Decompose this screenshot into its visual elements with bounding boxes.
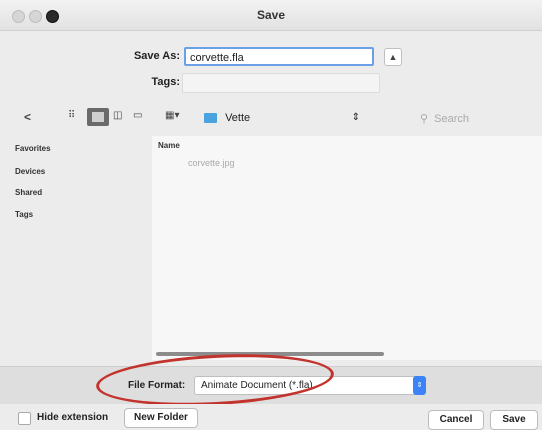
chevron-up-icon: ▲ [388,52,398,62]
hide-extension-checkbox[interactable] [18,412,31,425]
search-icon: ⚲ [420,113,429,125]
save-as-input[interactable]: corvette.fla [184,47,374,66]
sidebar-item-shared[interactable]: Shared [15,188,42,197]
browser-toolbar: < ⠿ ◫ ▭ ▦▾ Vette ⇕ ⚲ Search [0,108,542,132]
back-button[interactable]: < [24,110,31,124]
bottom-bar: Hide extension New Folder Cancel Save [0,404,542,430]
tags-input[interactable] [182,73,380,93]
save-as-row: Save As: corvette.fla ▲ [0,47,542,71]
tags-label: Tags: [151,76,180,88]
search-placeholder: Search [434,113,469,125]
column-view-icon[interactable]: ◫ [113,110,122,121]
search-field[interactable]: ⚲ Search [420,110,530,128]
sidebar-item-devices[interactable]: Devices [15,167,45,176]
expand-dialog-button[interactable]: ▲ [384,48,402,66]
list-item[interactable]: corvette.jpg [188,158,235,168]
list-view-icon[interactable] [87,108,109,126]
location-popup[interactable]: Vette ⇕ [204,108,360,128]
cancel-button[interactable]: Cancel [428,410,484,430]
icon-view-icon[interactable]: ⠿ [68,110,75,121]
window-title: Save [256,8,286,22]
sidebar-item-favorites[interactable]: Favorites [15,144,51,153]
cover-flow-view-icon[interactable]: ▭ [133,110,142,121]
sidebar: Favorites Devices Shared Tags [0,136,152,360]
name-column-header[interactable]: Name [158,141,180,150]
save-as-label: Save As: [133,50,180,62]
new-folder-button[interactable]: New Folder [124,408,198,428]
up-down-arrows-icon: ⇕ [413,376,426,395]
sidebar-item-tags[interactable]: Tags [15,210,33,219]
arrange-menu-icon[interactable]: ▦▾ [165,110,179,121]
folder-icon [204,113,217,124]
hide-extension-label: Hide extension [37,412,109,423]
title-bar: Save [0,0,542,31]
save-button[interactable]: Save [490,410,538,430]
file-list: Name corvette.jpg [152,136,542,360]
up-down-arrows-icon: ⇕ [351,112,360,123]
location-label: Vette [225,112,251,124]
